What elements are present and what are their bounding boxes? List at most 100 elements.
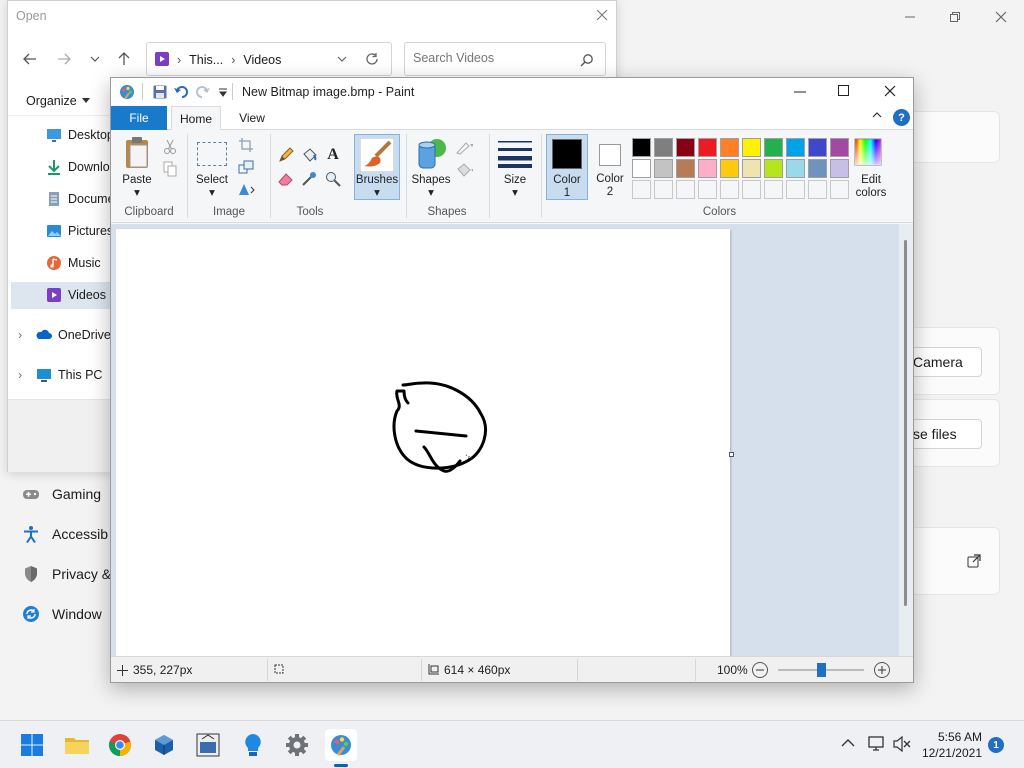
up-arrow-icon[interactable] <box>114 49 134 69</box>
restore-icon[interactable] <box>940 8 970 26</box>
start-icon[interactable] <box>16 729 48 761</box>
color-picker-icon[interactable] <box>300 170 318 188</box>
palette-swatch[interactable] <box>698 138 717 157</box>
dialog-close-icon[interactable] <box>596 9 608 21</box>
customize-qat-icon[interactable] <box>215 84 231 100</box>
palette-custom-slot[interactable] <box>654 180 673 199</box>
expand-chevron-icon[interactable]: › <box>18 368 30 382</box>
nav-videos[interactable]: Videos <box>46 282 111 308</box>
paint-maximize-icon[interactable] <box>838 85 850 97</box>
palette-custom-slot[interactable] <box>720 180 739 199</box>
address-dropdown-icon[interactable] <box>337 55 347 63</box>
back-arrow-icon[interactable] <box>20 49 40 69</box>
paint-minimize-icon[interactable] <box>794 86 806 98</box>
minimize-icon[interactable] <box>895 8 925 26</box>
nav-windows-update[interactable]: Window <box>22 599 102 629</box>
resize-icon[interactable] <box>237 158 255 176</box>
zoom-out-icon[interactable] <box>752 662 768 678</box>
magnifier-icon[interactable] <box>324 170 342 188</box>
zoom-slider-thumb[interactable] <box>816 663 826 677</box>
select-icon[interactable] <box>197 142 227 166</box>
size-icon[interactable] <box>498 140 532 168</box>
chrome-icon[interactable] <box>104 729 136 761</box>
paste-icon[interactable] <box>123 136 153 170</box>
forward-arrow-icon[interactable] <box>54 49 74 69</box>
palette-swatch[interactable] <box>830 159 849 178</box>
palette-swatch[interactable] <box>830 138 849 157</box>
vertical-scrollbar[interactable] <box>899 224 913 656</box>
recent-chevron-icon[interactable] <box>85 49 105 69</box>
nav-desktop[interactable]: Desktop <box>46 122 111 148</box>
palette-custom-slot[interactable] <box>698 180 717 199</box>
tab-file[interactable]: File <box>111 106 167 130</box>
close-icon[interactable] <box>986 8 1016 26</box>
undo-icon[interactable] <box>173 84 189 100</box>
nav-onedrive[interactable]: › OneDrive <box>18 322 111 348</box>
refresh-icon[interactable] <box>365 52 379 66</box>
nav-gaming[interactable]: Gaming <box>22 479 101 509</box>
palette-custom-slot[interactable] <box>808 180 827 199</box>
network-icon[interactable] <box>868 736 886 752</box>
zoom-slider[interactable] <box>778 663 864 677</box>
size-button[interactable]: Size ▾ <box>493 174 537 200</box>
select-button[interactable]: Select ▾ <box>191 174 233 200</box>
external-link-icon[interactable] <box>967 554 981 568</box>
file-explorer-icon[interactable] <box>61 729 93 761</box>
fill-icon[interactable] <box>300 146 318 164</box>
nav-documents[interactable]: Docume <box>46 186 111 212</box>
paint-close-icon[interactable] <box>884 85 896 97</box>
palette-custom-slot[interactable] <box>764 180 783 199</box>
palette-swatch[interactable] <box>654 138 673 157</box>
palette-custom-slot[interactable] <box>676 180 695 199</box>
palette-swatch[interactable] <box>720 138 739 157</box>
palette-swatch[interactable] <box>786 138 805 157</box>
palette-custom-slot[interactable] <box>742 180 761 199</box>
cut-icon[interactable] <box>161 138 179 156</box>
palette-swatch[interactable] <box>786 159 805 178</box>
help-icon[interactable]: ? <box>893 109 910 126</box>
canvas-resize-handle[interactable] <box>729 452 734 457</box>
edit-colors-button[interactable]: Edit colors <box>849 174 893 200</box>
palette-swatch[interactable] <box>764 159 783 178</box>
palette-swatch[interactable] <box>632 138 651 157</box>
search-input[interactable] <box>413 51 573 65</box>
nav-downloads[interactable]: Downloa <box>46 154 111 180</box>
color1-button[interactable]: Color 1 <box>546 134 588 200</box>
tab-home[interactable]: Home <box>171 106 221 131</box>
nav-privacy[interactable]: Privacy & <box>22 559 111 589</box>
palette-custom-slot[interactable] <box>786 180 805 199</box>
palette-swatch[interactable] <box>654 159 673 178</box>
zoom-in-icon[interactable] <box>874 662 890 678</box>
shapes-button[interactable]: Shapes ▾ <box>409 174 453 200</box>
scroll-thumb[interactable] <box>904 240 907 606</box>
organize-menu[interactable]: Organize <box>26 94 90 108</box>
palette-swatch[interactable] <box>808 159 827 178</box>
rotate-icon[interactable] <box>237 180 255 198</box>
palette-swatch[interactable] <box>698 159 717 178</box>
breadcrumb-this-pc[interactable]: This... <box>189 53 223 67</box>
browse-files-button[interactable]: se files <box>902 419 982 449</box>
redo-icon[interactable] <box>195 84 211 100</box>
expand-chevron-icon[interactable]: › <box>18 328 30 342</box>
camera-button[interactable]: Camera <box>902 347 982 377</box>
virtualbox-icon[interactable] <box>148 729 180 761</box>
paint-icon[interactable] <box>325 729 357 767</box>
color2-button[interactable]: Color 2 <box>590 134 632 200</box>
search-icon[interactable] <box>580 53 594 67</box>
tab-view[interactable]: View <box>229 106 275 130</box>
ribbon-collapse-icon[interactable] <box>872 111 882 119</box>
tray-overflow-chevron-icon[interactable] <box>841 738 855 748</box>
cpu-z-icon[interactable] <box>192 729 224 761</box>
search-box[interactable] <box>404 42 606 76</box>
palette-custom-slot[interactable] <box>830 180 849 199</box>
copy-icon[interactable] <box>161 160 179 178</box>
paste-button[interactable]: Paste ▾ <box>115 174 159 200</box>
palette-swatch[interactable] <box>764 138 783 157</box>
settings-gear-icon[interactable] <box>281 729 313 761</box>
clock[interactable]: 5:56 AM 12/21/2021 <box>918 729 982 761</box>
palette-custom-slot[interactable] <box>632 180 651 199</box>
pencil-icon[interactable] <box>277 146 295 164</box>
nav-music[interactable]: Music <box>46 250 111 276</box>
palette-swatch[interactable] <box>632 159 651 178</box>
palette-swatch[interactable] <box>676 159 695 178</box>
